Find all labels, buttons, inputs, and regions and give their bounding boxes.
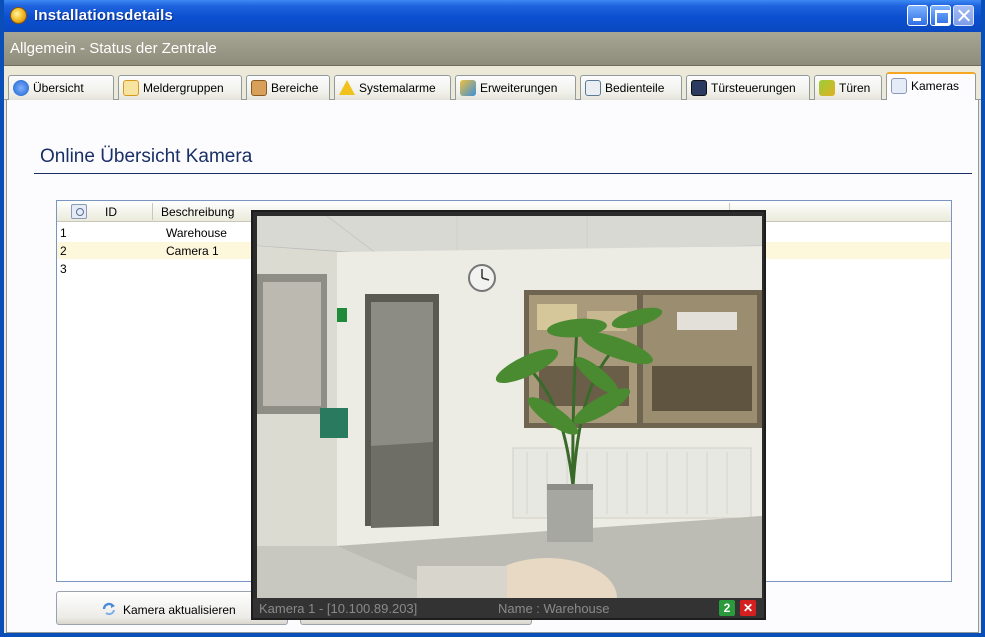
app-icon <box>10 7 27 24</box>
refresh-video-icon[interactable]: 2 <box>719 600 735 616</box>
tab-turen[interactable]: Türen <box>814 75 882 100</box>
refresh-camera-label: Kamera aktualisieren <box>123 603 236 617</box>
cell-id: 2 <box>60 244 67 258</box>
column-header-description[interactable]: Beschreibung <box>161 205 234 219</box>
minimize-button[interactable] <box>907 5 928 26</box>
tab-bedienteile[interactable]: Bedienteile <box>580 75 682 100</box>
tab-label: Übersicht <box>33 81 84 95</box>
tab-label: Bedienteile <box>605 81 665 95</box>
tab-kameras[interactable]: Kameras <box>886 72 976 101</box>
camera-name: Name : Warehouse <box>498 601 610 616</box>
checkbox-icon <box>123 80 139 96</box>
window-title: Installationsdetails <box>34 7 174 24</box>
tab-meldergruppen[interactable]: Meldergruppen <box>118 75 242 100</box>
info-icon <box>13 80 29 96</box>
cell-id: 1 <box>60 226 67 240</box>
tab-erweiterungen[interactable]: Erweiterungen <box>455 75 576 100</box>
close-video-icon[interactable]: ✕ <box>740 600 756 616</box>
camera-icon <box>891 78 907 94</box>
tab-bar: Übersicht Meldergruppen Bereiche Systema… <box>4 70 981 101</box>
column-separator <box>152 203 153 220</box>
title-divider <box>34 173 972 174</box>
page-title: Online Übersicht Kamera <box>40 146 253 167</box>
building-icon <box>251 80 267 96</box>
cell-description: Camera 1 <box>166 244 219 258</box>
section-header: Allgemein - Status der Zentrale <box>4 32 981 66</box>
maximize-button[interactable] <box>930 5 951 26</box>
cell-id: 3 <box>60 262 67 276</box>
column-header-id[interactable]: ID <box>105 205 117 219</box>
tab-label: Bereiche <box>271 81 319 95</box>
camera-icon <box>71 204 87 219</box>
tab-systemalarme[interactable]: Systemalarme <box>334 75 451 100</box>
keypad-icon <box>585 80 601 96</box>
video-status-bar: Kamera 1 - [10.100.89.203] Name : Wareho… <box>253 598 764 618</box>
tab-label: Türen <box>839 81 871 95</box>
close-window-button[interactable] <box>953 5 974 26</box>
tab-label: Erweiterungen <box>480 81 558 95</box>
title-bar[interactable]: Installationsdetails <box>4 0 981 32</box>
warning-icon <box>339 80 355 95</box>
door-icon <box>819 80 835 96</box>
tab-bereiche[interactable]: Bereiche <box>246 75 330 100</box>
refresh-icon <box>102 602 115 616</box>
camera-feed-image <box>257 216 762 598</box>
office-scene-image <box>257 216 762 598</box>
camera-info: Kamera 1 - [10.100.89.203] <box>259 601 418 616</box>
tab-ubersicht[interactable]: Übersicht <box>8 75 114 100</box>
door-controller-icon <box>691 80 707 96</box>
cell-description: Warehouse <box>166 226 227 240</box>
tab-label: Meldergruppen <box>143 81 224 95</box>
tab-label: Kameras <box>911 79 960 93</box>
tab-tursteuerungen[interactable]: Türsteuerungen <box>686 75 810 100</box>
camera-video-popup[interactable]: Kamera 1 - [10.100.89.203] Name : Wareho… <box>251 210 766 620</box>
tab-label: Systemalarme <box>359 81 436 95</box>
tab-label: Türsteuerungen <box>711 81 796 95</box>
pencil-icon <box>460 80 476 96</box>
